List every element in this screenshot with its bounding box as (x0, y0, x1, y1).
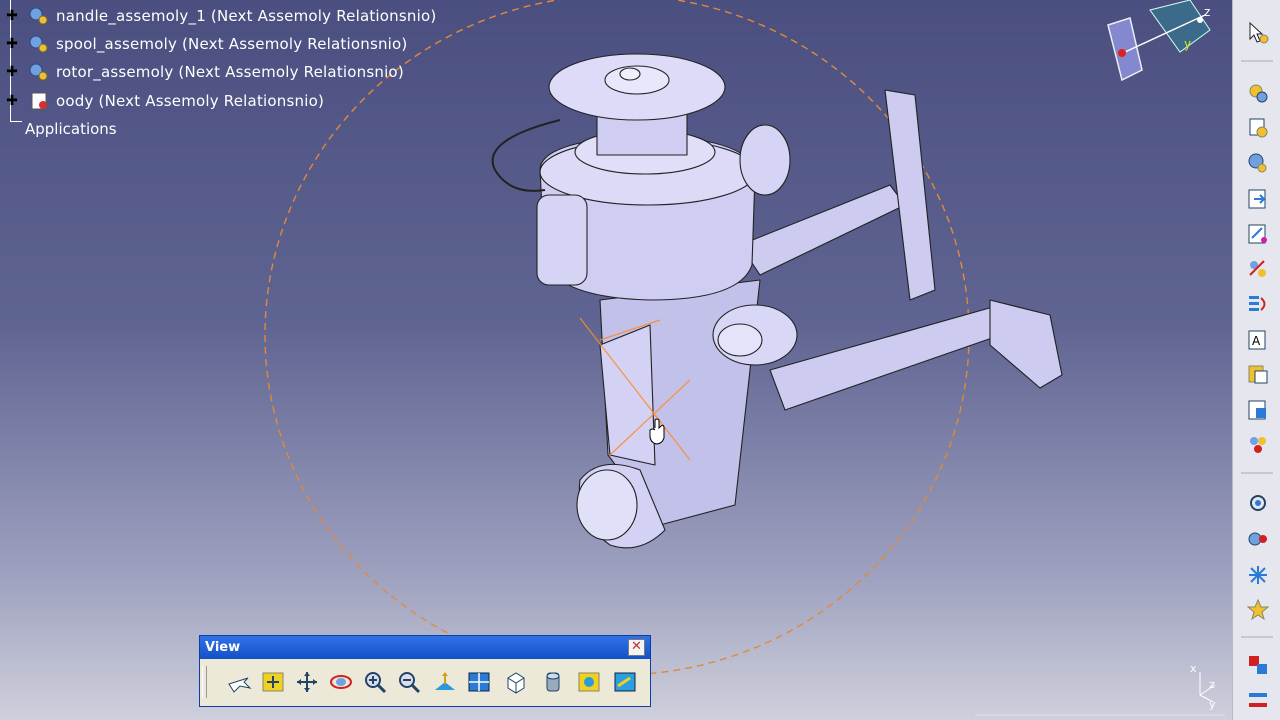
shading-icon[interactable] (538, 668, 568, 696)
iso-view-icon[interactable] (500, 668, 530, 696)
insert-product-icon[interactable] (1245, 80, 1271, 106)
tree-node-label: rotor_assemoly (Next Assemoly Relationsn… (56, 63, 404, 81)
mini-axis-x: x (1190, 662, 1197, 675)
pan-icon[interactable] (292, 668, 322, 696)
insert-part-icon[interactable] (1245, 150, 1271, 176)
compass-axis-z: z (1204, 5, 1210, 19)
tree-node-label: oody (Next Assemoly Relationsnio) (56, 92, 324, 110)
swap-space-icon[interactable] (610, 668, 640, 696)
handle-knob-lower (989, 299, 1063, 389)
hide-show-icon[interactable] (574, 668, 604, 696)
select-arrow-icon[interactable] (1245, 20, 1271, 46)
toolbar-grip[interactable] (202, 666, 207, 698)
compass-widget[interactable]: z y (1100, 0, 1220, 90)
expand-plus-icon[interactable]: ✚ (4, 8, 20, 24)
view-toolbar-window[interactable]: View ✕ (199, 635, 651, 707)
zoom-out-icon[interactable] (394, 668, 424, 696)
part-body-icon (31, 92, 47, 110)
selective-load-icon[interactable] (1245, 362, 1271, 388)
assembly-gear-icon (29, 63, 48, 81)
graph-tree-reorder-icon[interactable] (1245, 291, 1271, 317)
expand-plus-icon[interactable]: ✚ (4, 36, 20, 52)
mini-axis-z: z (1209, 678, 1215, 691)
applications-node[interactable]: Applications (25, 120, 117, 138)
handle-arm-upper (739, 184, 906, 276)
workbench-toolbar: A (1232, 0, 1280, 720)
stop-manipulate-on-clash-icon[interactable] (1245, 597, 1271, 623)
replace-component-icon[interactable] (1245, 256, 1271, 282)
expand-plus-icon[interactable]: ✚ (4, 64, 20, 80)
svg-text:A: A (1252, 334, 1261, 348)
status-strip (975, 714, 1225, 716)
assembly-gear-icon (29, 7, 48, 25)
mini-axis-y: y (1209, 698, 1216, 710)
rotate-icon[interactable] (326, 668, 356, 696)
tree-node-label: nandle_assemoly_1 (Next Assemoly Relatio… (56, 7, 437, 25)
compass-axis-y: y (1184, 37, 1191, 51)
assembly-gear-icon (29, 35, 48, 53)
existing-component-icon[interactable] (1245, 186, 1271, 212)
side-window (536, 194, 588, 286)
existing-positioning-icon[interactable] (1245, 221, 1271, 247)
generate-numbering-icon[interactable]: A (1245, 327, 1271, 353)
expand-plus-icon[interactable]: ✚ (4, 93, 20, 109)
handle-arm-lower (769, 304, 1016, 411)
multi-view-icon[interactable] (464, 668, 494, 696)
normal-view-icon[interactable] (430, 668, 460, 696)
constraint-offset-icon[interactable] (1245, 688, 1271, 714)
tree-node-label: spool_assemoly (Next Assemoly Relationsn… (56, 35, 408, 53)
snap-icon[interactable] (1245, 526, 1271, 552)
manage-representations-icon[interactable] (1245, 397, 1271, 423)
view-toolbar-titlebar[interactable]: View ✕ (200, 636, 650, 659)
axis-triad-icon: x z y (1190, 662, 1216, 710)
view-toolbar-title: View (205, 640, 241, 655)
fit-all-icon[interactable] (258, 668, 288, 696)
constraint-coincidence-icon[interactable] (1245, 652, 1271, 678)
explode-icon[interactable] (1245, 562, 1271, 588)
multi-instantiation-icon[interactable] (1245, 432, 1271, 458)
3d-viewport[interactable]: ✚ nandle_assemoly_1 (Next Assemoly Relat… (0, 0, 1232, 720)
insert-component-icon[interactable] (1245, 115, 1271, 141)
close-button[interactable]: ✕ (628, 639, 645, 656)
manipulation-icon[interactable] (1245, 490, 1271, 516)
fly-mode-icon[interactable] (224, 668, 254, 696)
zoom-in-icon[interactable] (360, 668, 390, 696)
